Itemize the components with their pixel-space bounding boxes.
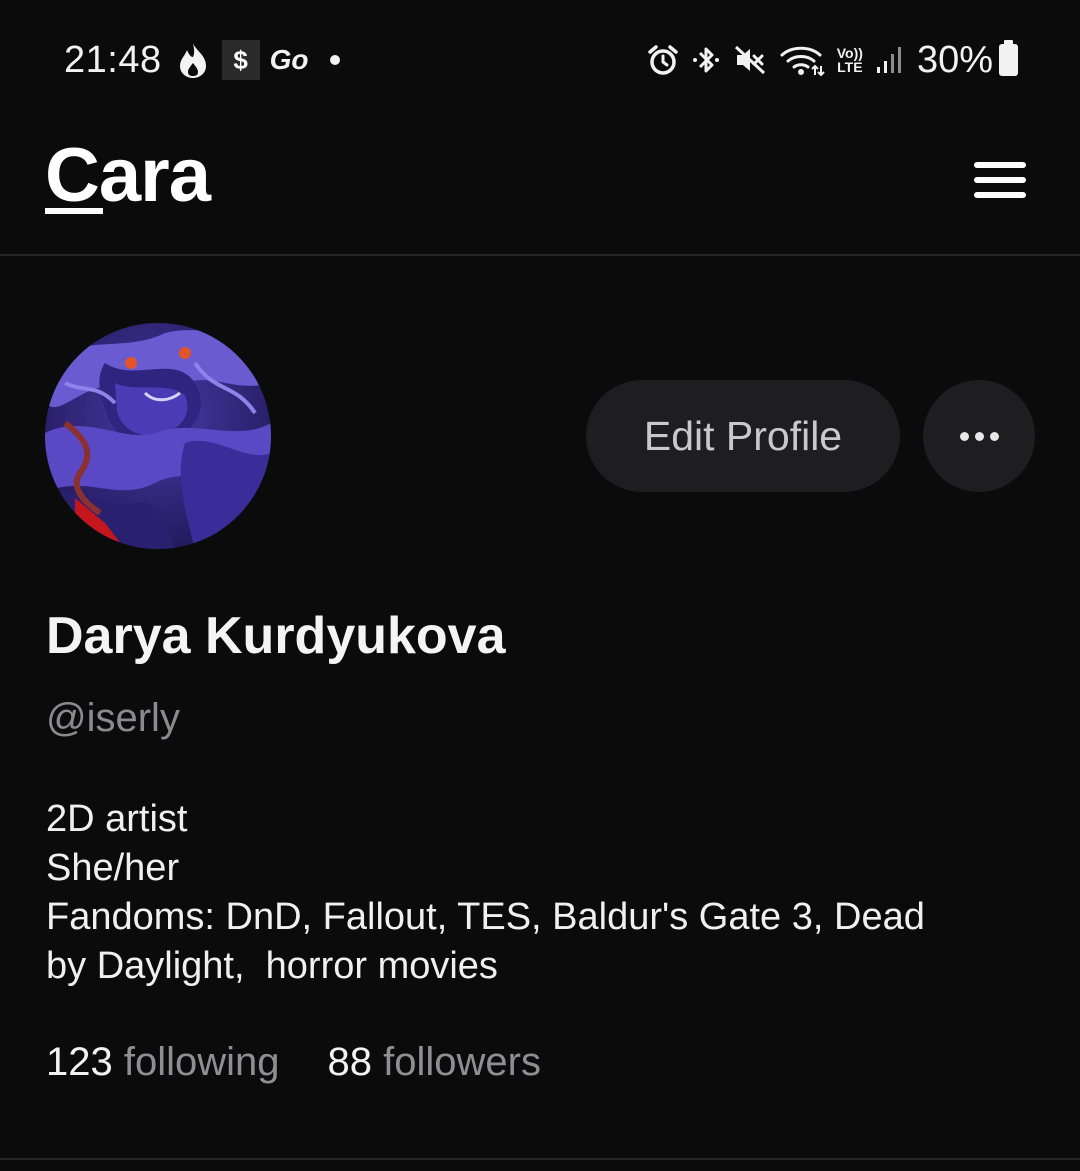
status-right: Vo)) LTE 30% xyxy=(635,39,1018,82)
bio-line: by Daylight, horror movies xyxy=(46,945,498,987)
bottom-divider xyxy=(0,1158,1080,1160)
following-count: 123 xyxy=(46,1040,113,1084)
s-app-icon: $ xyxy=(221,40,260,80)
bio: 2D artist She/her Fandoms: DnD, Fallout,… xyxy=(46,795,1036,991)
following-link[interactable]: 123 following xyxy=(46,1040,280,1085)
status-bar: 21:48 $ Go Vo)) LTE 30% xyxy=(0,0,1080,120)
notification-dot-icon xyxy=(330,55,341,65)
volte-bottom-label: LTE xyxy=(837,59,863,75)
following-label: following xyxy=(123,1040,280,1084)
signal-icon xyxy=(875,45,905,75)
hamburger-icon xyxy=(974,162,1026,168)
followers-label: followers xyxy=(383,1040,541,1084)
cara-logo[interactable]: Cara xyxy=(45,132,211,219)
volte-top-label: Vo)) xyxy=(836,45,863,61)
hamburger-icon-bar xyxy=(974,177,1026,183)
alarm-icon xyxy=(647,44,679,76)
app-header: Cara xyxy=(0,120,1080,256)
volte-icon: Vo)) LTE xyxy=(837,46,863,74)
flame-icon xyxy=(176,41,210,79)
followers-count: 88 xyxy=(327,1040,373,1084)
more-options-button[interactable] xyxy=(923,380,1035,492)
logo-underline xyxy=(45,208,103,214)
profile-page: 21:48 $ Go Vo)) LTE 30% Cara Edit Profil… xyxy=(0,0,1080,1171)
ellipsis-icon-dot xyxy=(974,431,984,441)
bio-line: Fandoms: DnD, Fallout, TES, Baldur's Gat… xyxy=(46,896,925,938)
hamburger-icon-bar xyxy=(974,192,1026,198)
status-time: 21:48 xyxy=(64,38,162,81)
mute-icon xyxy=(733,44,767,76)
hamburger-menu-button[interactable] xyxy=(960,150,1040,210)
status-left: 21:48 $ Go xyxy=(64,38,341,82)
go-app-icon: Go xyxy=(269,44,309,75)
battery-percent: 30% xyxy=(916,38,993,81)
avatar[interactable] xyxy=(45,323,271,549)
bluetooth-icon xyxy=(691,44,721,76)
wifi-icon xyxy=(779,44,825,76)
follow-stats: 123 following 88 followers xyxy=(46,1040,541,1085)
edit-profile-button[interactable]: Edit Profile xyxy=(586,380,900,492)
followers-link[interactable]: 88 followers xyxy=(328,1040,541,1085)
username: @iserly xyxy=(46,696,180,740)
display-name: Darya Kurdyukova xyxy=(46,607,506,665)
ellipsis-icon-dot xyxy=(989,431,999,441)
ellipsis-icon xyxy=(959,431,969,441)
bio-line: 2D artist xyxy=(46,798,188,840)
bio-line: She/her xyxy=(46,847,180,889)
battery-icon xyxy=(999,40,1018,76)
